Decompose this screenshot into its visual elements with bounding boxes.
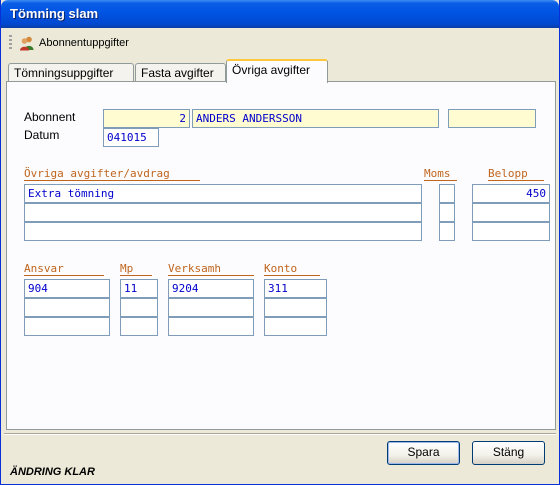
date-label: Datum (24, 128, 60, 142)
toolbar: Abonnentuppgifter (4, 31, 555, 55)
fee-vat-field[interactable] (439, 222, 455, 241)
subscriber-extra-field[interactable] (448, 109, 536, 128)
fee-vat-field[interactable] (439, 203, 455, 222)
activity-field[interactable]: 9204 (168, 279, 254, 298)
footer-separator (4, 433, 556, 435)
title-bar[interactable]: Tömning slam (1, 0, 559, 28)
app-window: Tömning slam Abonnentuppgifter Tömningsu… (0, 0, 560, 485)
fee-amount-field[interactable] (472, 203, 550, 222)
responsibility-field[interactable] (24, 317, 110, 336)
date-field[interactable]: 041015 (103, 128, 159, 147)
fee-description-field[interactable] (24, 203, 422, 222)
mp-field[interactable] (120, 298, 158, 317)
activity-field[interactable] (168, 298, 254, 317)
account-header: Konto (264, 262, 320, 276)
other-fees-panel: Abonnent 2 ANDERS ANDERSSON Datum 041015… (6, 81, 556, 430)
subscriber-name-field[interactable]: ANDERS ANDERSSON (192, 109, 439, 128)
fee-vat-field[interactable] (439, 184, 455, 203)
amount-header: Belopp (488, 167, 544, 181)
mp-field[interactable]: 11 (120, 279, 158, 298)
tab-other-fees[interactable]: Övriga avgifter (226, 59, 328, 83)
account-field[interactable]: 311 (264, 279, 327, 298)
tab-emptying-details[interactable]: Tömningsuppgifter (8, 63, 134, 82)
subscriber-label: Abonnent (24, 110, 76, 124)
account-field[interactable] (264, 317, 327, 336)
mp-header: Mp (120, 262, 152, 276)
responsibility-header: Ansvar (24, 262, 104, 276)
fee-amount-field[interactable] (472, 222, 550, 241)
toolbar-grip[interactable] (9, 35, 12, 51)
subscriber-details-label: Abonnentuppgifter (39, 37, 129, 49)
subscriber-number-field[interactable]: 2 (103, 109, 190, 128)
close-button[interactable]: Stäng (472, 441, 545, 465)
subscriber-details-button[interactable]: Abonnentuppgifter (19, 33, 129, 53)
fee-description-field[interactable]: Extra tömning (24, 184, 422, 203)
account-field[interactable] (264, 298, 327, 317)
mp-field[interactable] (120, 317, 158, 336)
responsibility-field[interactable]: 904 (24, 279, 110, 298)
activity-header: Verksamh (168, 262, 254, 276)
vat-header: Moms (424, 167, 457, 181)
fee-description-field[interactable] (24, 222, 422, 241)
tab-fixed-fees[interactable]: Fasta avgifter (135, 63, 226, 82)
activity-field[interactable] (168, 317, 254, 336)
status-message: ÄNDRING KLAR (10, 466, 95, 478)
tab-control: Tömningsuppgifter Fasta avgifter Övriga … (6, 59, 556, 432)
save-button[interactable]: Spara (387, 441, 460, 465)
window-title: Tömning slam (10, 6, 99, 21)
subscriber-icon (20, 36, 34, 51)
fee-amount-field[interactable]: 450 (472, 184, 550, 203)
other-fees-header: Övriga avgifter/avdrag (24, 167, 200, 181)
responsibility-field[interactable] (24, 298, 110, 317)
